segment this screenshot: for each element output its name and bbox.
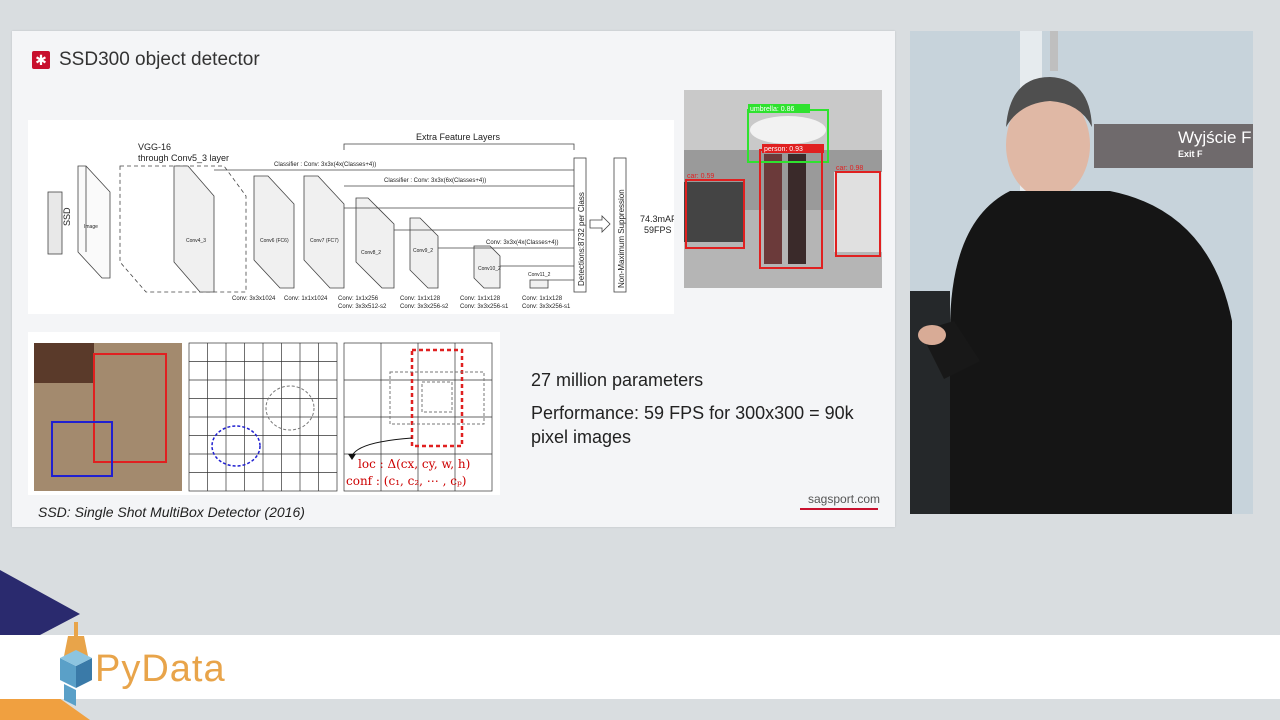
slide-title-text: SSD300 object detector <box>59 49 260 70</box>
conv6-block <box>253 175 295 289</box>
classifier-2-label: Classifier : Conv: 3x3x(6x(Classes+4)) <box>384 178 486 184</box>
brand-underline <box>800 508 878 510</box>
performance-text: Performance: 59 FPS for 300x300 = 90k pi… <box>531 403 854 447</box>
vgg-label: VGG-16 <box>138 142 171 152</box>
image-label: Image <box>84 224 98 230</box>
ssd-block <box>47 191 63 255</box>
conv7-label: Conv7 (FC7) <box>310 238 339 244</box>
slide-caption: SSD: Single Shot MultiBox Detector (2016… <box>38 504 305 520</box>
bottom-label-2: Conv: 1x1x1024 <box>284 296 328 302</box>
conf-label: conf : (c₁, c₂, ⋯ , cₚ) <box>346 474 466 488</box>
brand-link: sagsport.com <box>808 492 881 506</box>
car-left-detection-label: car: 0.59 <box>687 173 714 180</box>
pydata-logo-icon <box>60 622 92 706</box>
car-right-detection-label: car: 0.98 <box>836 165 863 172</box>
default-boxes-illustration: loc : Δ(cx, cy, w, h) conf : (c₁, c₂, ⋯ … <box>28 332 500 495</box>
extra-layers-label: Extra Feature Layers <box>416 132 501 142</box>
umbrella-detection-label: umbrella: 0.86 <box>750 106 794 113</box>
detections-label: Detections:8732 per Class <box>577 192 586 286</box>
bottom-label-5: Conv: 1x1x128 <box>400 296 441 302</box>
conv43-label: Conv4_3 <box>186 238 206 244</box>
facts-block: 27 million parameters Performance: 59 FP… <box>531 368 871 449</box>
nms-label: Non-Maximum Suppression <box>617 189 626 288</box>
speaker-video: Wyjście F Exit F <box>910 31 1253 514</box>
exit-sign-main: Wyjście F <box>1178 128 1252 147</box>
ssd-label: SSD <box>62 207 72 226</box>
pydata-logo-text: PyData <box>95 648 226 690</box>
slide-title: ✱ SSD300 object detector <box>32 49 260 71</box>
bottom-label-10: Conv: 3x3x256-s1 <box>522 304 571 310</box>
bottom-label-8: Conv: 3x3x256-s1 <box>460 304 509 310</box>
conv6-label: Conv6 (FC6) <box>260 238 289 244</box>
classifier-1-label: Classifier : Conv: 3x3x(4x(Classes+4)) <box>274 162 376 168</box>
exit-sign: Wyjście F Exit F <box>1094 124 1253 168</box>
map-label: 74.3mAP <box>640 214 674 224</box>
bottom-label-1: Conv: 3x3x1024 <box>232 296 276 302</box>
conv8-block <box>355 197 395 289</box>
bottom-label-9: Conv: 1x1x128 <box>522 296 563 302</box>
conv11-block <box>529 279 549 289</box>
conv92-label: Conv9_2 <box>413 248 433 254</box>
detection-example-photo: umbrella: 0.86 person: 0.93 car: 0.59 ca… <box>684 90 882 288</box>
ssd-architecture-diagram: SSD VGG-16 through Conv5_3 layer Extra F… <box>28 120 674 314</box>
image-block <box>77 165 111 279</box>
conv82-label: Conv8_2 <box>361 250 381 256</box>
classifier-3-label: Conv: 3x3x(4x(Classes+4)) <box>486 240 559 246</box>
conv102-label: Conv10_2 <box>478 266 501 272</box>
bottom-label-3: Conv: 1x1x256 <box>338 296 379 302</box>
fps-label: 59FPS <box>644 225 672 235</box>
loc-label: loc : Δ(cx, cy, w, h) <box>358 457 470 471</box>
bottom-label-7: Conv: 1x1x128 <box>460 296 501 302</box>
params-text: 27 million parameters <box>531 370 704 390</box>
vgg-sub-label: through Conv5_3 layer <box>138 153 229 163</box>
conv112-label: Conv11_2 <box>528 272 551 278</box>
conv7-block <box>303 175 345 289</box>
presentation-slide: ✱ SSD300 object detector SSD VGG-16 thro… <box>12 31 895 527</box>
exit-sign-sub: Exit F <box>1178 149 1203 159</box>
person-detection-label: person: 0.93 <box>764 146 803 153</box>
conv4-block <box>173 165 215 293</box>
grid-8x8 <box>188 342 338 492</box>
speaker-body <box>950 191 1232 514</box>
logo-icon: ✱ <box>32 51 50 69</box>
bottom-label-4: Conv: 3x3x512-s2 <box>338 304 387 310</box>
bottom-label-6: Conv: 3x3x256-s2 <box>400 304 449 310</box>
